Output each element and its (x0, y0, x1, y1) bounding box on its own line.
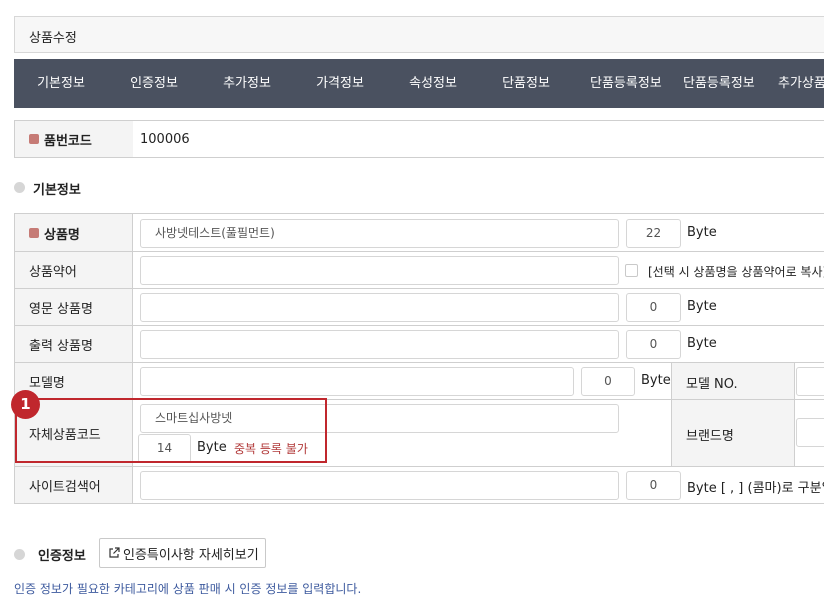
item-code-value: 100006 (140, 132, 190, 147)
annotation-marker: 1 (11, 390, 40, 419)
annotation-highlight-box (15, 398, 327, 463)
product-abbr-input[interactable] (140, 256, 619, 285)
english-name-label: 영문 상품명 (29, 301, 93, 317)
item-code-label-cell: 품번코드 (15, 121, 133, 157)
tab-basic-info[interactable]: 기본정보 (22, 59, 100, 108)
english-name-input[interactable] (140, 293, 619, 322)
site-keyword-label-cell: 사이트검색어 (15, 467, 132, 503)
tab-sku-register-info-2[interactable]: 단품등록정보 (683, 59, 761, 108)
model-no-input[interactable] (796, 367, 824, 396)
item-code-row: 품번코드 100006 (14, 120, 824, 158)
product-name-label-cell: 상품명 (15, 215, 132, 251)
model-name-unit: Byte (641, 373, 671, 388)
cert-notice: 인증 정보가 필요한 카테고리에 상품 판매 시 인증 정보를 입력합니다. (14, 582, 362, 596)
product-abbr-label-cell: 상품약어 (15, 252, 132, 288)
cert-detail-button[interactable]: 인증특이사항 자세히보기 (99, 538, 266, 568)
right-label-divider-right (794, 363, 795, 466)
required-dot (29, 134, 39, 144)
right-label-divider-left (671, 363, 672, 466)
tab-sku-info[interactable]: 단품정보 (487, 59, 565, 108)
site-keyword-byte-count: 0 (626, 471, 681, 500)
copy-name-checkbox[interactable] (625, 264, 638, 277)
tab-cert-info[interactable]: 인증정보 (115, 59, 193, 108)
site-keyword-label: 사이트검색어 (29, 479, 101, 495)
print-name-label: 출력 상품명 (29, 338, 93, 354)
brand-label: 브랜드명 (686, 429, 734, 444)
item-code-label: 품번코드 (44, 133, 92, 149)
row-divider (15, 288, 824, 289)
required-dot (29, 228, 39, 238)
product-name-unit: Byte (687, 225, 717, 240)
english-name-unit: Byte (687, 299, 717, 314)
english-name-label-cell: 영문 상품명 (15, 289, 132, 325)
section-bullet-icon (14, 182, 25, 193)
print-name-unit: Byte (687, 336, 717, 351)
print-name-byte-count: 0 (626, 330, 681, 359)
tab-extra-product[interactable]: 추가상품 (778, 59, 824, 108)
model-no-label: 모델 NO. (686, 377, 738, 392)
model-name-label: 모델명 (29, 375, 65, 391)
external-link-icon (109, 547, 120, 558)
product-name-byte-count: 22 (626, 219, 681, 248)
row-divider (15, 251, 824, 252)
tab-attribute-info[interactable]: 속성정보 (394, 59, 472, 108)
tab-bar: 기본정보 인증정보 추가정보 가격정보 속성정보 단품정보 단품등록정보 단품등… (14, 59, 824, 108)
english-name-byte-count: 0 (626, 293, 681, 322)
model-name-input[interactable] (140, 367, 574, 396)
product-abbr-label: 상품약어 (29, 264, 77, 280)
copy-name-checkbox-label: [선택 시 상품명을 상품약어로 복사] (648, 265, 824, 279)
section-bullet-icon (14, 549, 25, 560)
tab-price-info[interactable]: 가격정보 (301, 59, 379, 108)
brand-input[interactable] (796, 418, 824, 447)
page-title: 상품수정 (29, 31, 77, 46)
cert-detail-button-label: 인증특이사항 자세히보기 (123, 547, 259, 563)
row-divider (15, 362, 824, 363)
page-title-bar: 상품수정 (14, 16, 824, 53)
product-name-input[interactable]: 사방넷테스트(풀필먼트) (140, 219, 619, 248)
site-keyword-input[interactable] (140, 471, 619, 500)
tab-sku-register-info[interactable]: 단품등록정보 (590, 59, 668, 108)
model-name-byte-count: 0 (581, 367, 635, 396)
row-divider (15, 325, 824, 326)
tab-extra-info[interactable]: 추가정보 (208, 59, 286, 108)
site-keyword-unit-note: Byte [ , ] (콤마)로 구분입력 (687, 481, 824, 496)
cert-section-title: 인증정보 (38, 549, 86, 564)
row-divider (15, 466, 824, 467)
print-name-input[interactable] (140, 330, 619, 359)
print-name-label-cell: 출력 상품명 (15, 326, 132, 362)
product-name-label: 상품명 (44, 227, 80, 243)
basic-section-title: 기본정보 (33, 183, 81, 198)
